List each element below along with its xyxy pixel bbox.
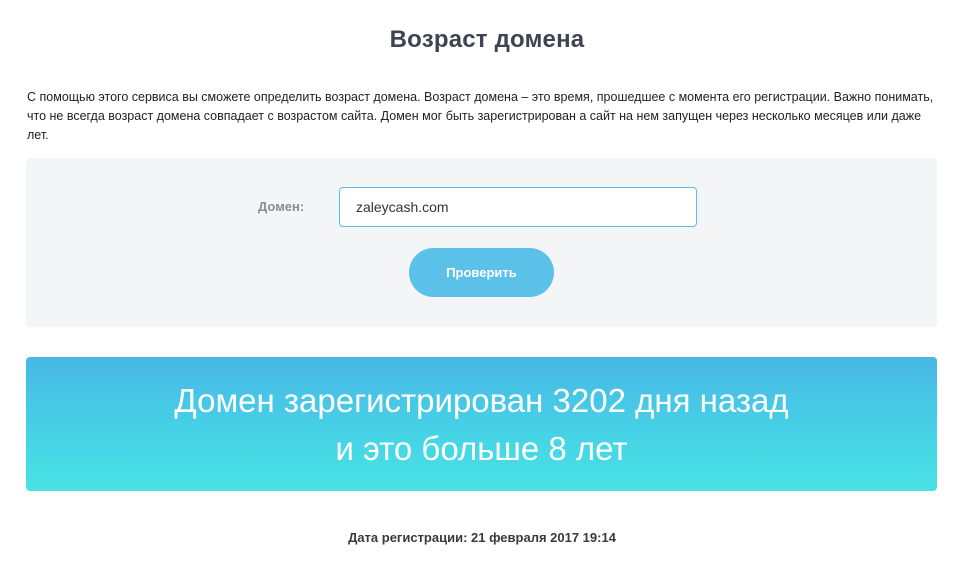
domain-label: Домен:: [258, 199, 305, 214]
domain-form-panel: [26, 158, 937, 327]
result-years-text: и это больше 8 лет: [335, 430, 628, 467]
domain-input[interactable]: [339, 187, 697, 227]
check-button[interactable]: Проверить: [409, 248, 554, 297]
result-banner: Домен зарегистрирован 3202 дня назад и э…: [26, 357, 937, 491]
registration-date: Дата регистрации: 21 февраля 2017 19:14: [348, 530, 616, 545]
page-description: С помощью этого сервиса вы сможете опред…: [27, 90, 934, 142]
page: Возраст домена С помощью этого сервиса в…: [0, 0, 974, 578]
page-title: Возраст домена: [389, 26, 585, 53]
result-age-text: Домен зарегистрирован 3202 дня назад: [174, 382, 789, 419]
